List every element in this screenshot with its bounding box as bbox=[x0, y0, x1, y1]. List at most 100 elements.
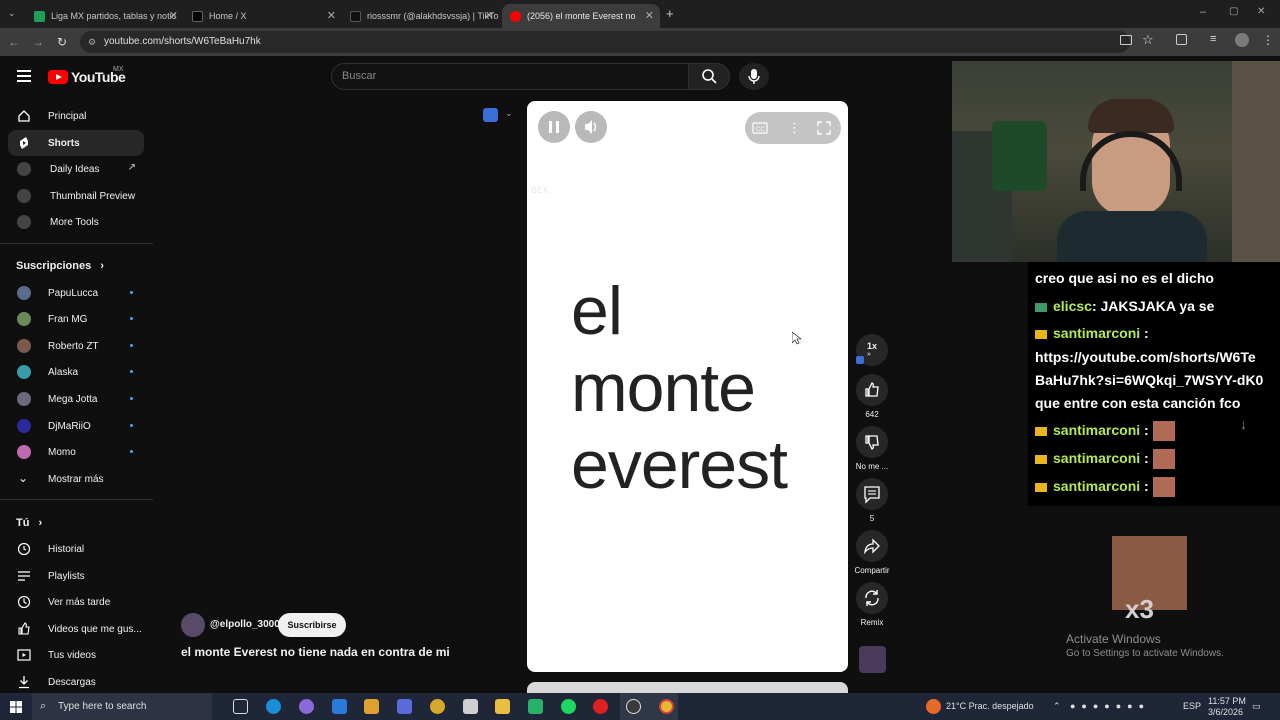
sidebar-sub-item[interactable]: Roberto ZT bbox=[8, 333, 144, 359]
search-button[interactable] bbox=[688, 63, 730, 90]
extension-badge-icon[interactable] bbox=[483, 108, 498, 122]
youtube-logo[interactable]: YouTube MX bbox=[48, 66, 126, 85]
tab-search-icon[interactable]: ⌄ bbox=[8, 8, 20, 20]
tray-chevron-icon[interactable]: ⌃ bbox=[1053, 693, 1061, 720]
captions-icon[interactable]: CC bbox=[752, 121, 768, 135]
profile-avatar[interactable] bbox=[1235, 33, 1249, 47]
sidebar-sub-item[interactable]: DjMaRiiO bbox=[8, 413, 144, 439]
copilot-icon[interactable] bbox=[299, 699, 314, 714]
tab-youtube[interactable]: (2056) el monte Everest no ✕ bbox=[502, 4, 660, 28]
edge-icon[interactable] bbox=[266, 699, 281, 714]
show-more-button[interactable]: ⌄ Mostrar más bbox=[8, 466, 144, 492]
tab-close-icon[interactable]: ✕ bbox=[169, 9, 178, 22]
tab-close-icon[interactable]: ✕ bbox=[327, 9, 336, 22]
sidebar-item-liked[interactable]: Videos que me gus... bbox=[8, 616, 144, 642]
tab-ligamx[interactable]: Liga MX partidos, tablas y notic ✕ bbox=[26, 4, 184, 28]
extensions-icon[interactable] bbox=[1176, 34, 1187, 45]
chat-username: santimarconi bbox=[1053, 478, 1141, 494]
weather-icon[interactable] bbox=[926, 699, 941, 714]
tab-tiktok[interactable]: riosssmr (@alakhdsvssja) | TikTo ✕ bbox=[342, 4, 500, 28]
dislike-button[interactable] bbox=[856, 426, 888, 458]
back-icon[interactable]: ← bbox=[6, 34, 22, 50]
file-explorer-icon[interactable] bbox=[495, 699, 510, 714]
subscriptions-heading[interactable]: Suscripciones › bbox=[16, 260, 104, 272]
live-dot bbox=[130, 291, 133, 294]
spotify-icon[interactable] bbox=[561, 699, 576, 714]
hamburger-icon[interactable] bbox=[17, 70, 31, 82]
weather-text[interactable]: 21°C Prac. despejado bbox=[946, 693, 1034, 720]
media-control-icon[interactable]: ≡ bbox=[1210, 33, 1216, 45]
sidebar-item-principal[interactable]: Principal bbox=[8, 103, 144, 129]
url-field[interactable]: ⚙ youtube.com/shorts/W6TeBaHu7hk bbox=[80, 31, 1130, 53]
minimize-icon[interactable]: – bbox=[1200, 6, 1206, 18]
opera-icon[interactable] bbox=[593, 699, 608, 714]
site-info-icon[interactable]: ⚙ bbox=[88, 31, 96, 53]
forward-icon[interactable]: → bbox=[30, 34, 46, 50]
tab-x[interactable]: Home / X ✕ bbox=[184, 4, 342, 28]
extension-icon bbox=[17, 189, 31, 203]
voice-search-button[interactable] bbox=[739, 63, 769, 90]
new-tab-icon[interactable]: + bbox=[666, 6, 674, 21]
sidebar-sub-item[interactable]: PapuLucca bbox=[8, 280, 144, 306]
scroll-down-icon[interactable]: ↓ bbox=[1240, 416, 1247, 432]
tray-icons[interactable]: ●●●●●●● bbox=[1070, 693, 1150, 720]
sidebar-item-more-tools[interactable]: More Tools bbox=[8, 209, 144, 235]
chat-text: creo que asi no es el dicho bbox=[1035, 270, 1214, 286]
remix-button[interactable] bbox=[856, 582, 888, 614]
tab-title: Liga MX partidos, tablas y notic bbox=[51, 11, 177, 21]
channel-name[interactable]: @elpollo_3000 bbox=[210, 619, 280, 630]
sidebar-item-ver-mas-tarde[interactable]: Ver más tarde bbox=[8, 589, 144, 615]
sidebar-item-descargas[interactable]: Descargas bbox=[8, 669, 144, 695]
maximize-icon[interactable]: ▢ bbox=[1229, 6, 1238, 17]
share-button[interactable] bbox=[856, 530, 888, 562]
subscribe-button[interactable]: Suscribirse bbox=[278, 613, 346, 637]
tab-close-icon[interactable]: ✕ bbox=[645, 9, 654, 22]
chrome-alt-icon[interactable] bbox=[430, 699, 445, 714]
chat-message: santimarconi : bbox=[1035, 446, 1175, 471]
install-icon[interactable] bbox=[1120, 35, 1132, 45]
search-input[interactable]: Buscar bbox=[331, 63, 689, 90]
sidebar-sub-item[interactable]: Mega Jotta bbox=[8, 386, 144, 412]
sidebar-item-shorts[interactable]: Shorts bbox=[8, 130, 144, 156]
mail-icon[interactable] bbox=[332, 699, 347, 714]
next-short-preview[interactable] bbox=[527, 682, 848, 693]
channel-avatar[interactable] bbox=[181, 613, 205, 637]
bookmark-star-icon[interactable]: ☆ bbox=[1142, 32, 1154, 48]
reload-icon[interactable]: ↻ bbox=[54, 34, 70, 50]
notifications-icon[interactable]: ▭ bbox=[1252, 693, 1261, 720]
sidebar-item-tus-videos[interactable]: Tus videos bbox=[8, 642, 144, 668]
language-indicator[interactable]: ESP bbox=[1183, 693, 1201, 720]
sidebar-sub-item[interactable]: Momo bbox=[8, 439, 144, 465]
more-options-icon[interactable]: ⋮ bbox=[788, 120, 801, 136]
player-controls-group: CC ⋮ bbox=[745, 112, 841, 144]
whatsapp-icon[interactable] bbox=[528, 699, 543, 714]
sidebar-sub-item[interactable]: Fran MG bbox=[8, 306, 144, 332]
close-window-icon[interactable]: ✕ bbox=[1257, 6, 1265, 17]
dislike-label: No me ... bbox=[855, 462, 889, 471]
store-icon[interactable] bbox=[364, 699, 379, 714]
sound-thumbnail[interactable] bbox=[859, 646, 886, 673]
tab-close-icon[interactable]: ✕ bbox=[485, 9, 494, 22]
chevron-down-icon[interactable]: ⌄ bbox=[505, 108, 513, 119]
like-button[interactable] bbox=[856, 374, 888, 406]
sidebar-sub-item[interactable]: Alaska bbox=[8, 359, 144, 385]
sidebar-item-playlists[interactable]: Playlists bbox=[8, 563, 144, 589]
fullscreen-icon[interactable] bbox=[817, 121, 831, 135]
task-view-icon[interactable] bbox=[233, 699, 248, 714]
comments-button[interactable] bbox=[856, 478, 888, 510]
sidebar-item-daily-ideas[interactable]: Daily Ideas ↗ bbox=[8, 156, 144, 182]
windows-start-icon[interactable] bbox=[10, 701, 22, 713]
clock-date[interactable]: 3/6/2026 bbox=[1208, 706, 1243, 718]
notepad-icon[interactable] bbox=[463, 699, 478, 714]
sidebar-item-thumbnail-preview[interactable]: Thumbnail Preview bbox=[8, 183, 144, 209]
taskbar-search-placeholder: Type here to search bbox=[58, 701, 147, 712]
sidebar-item-historial[interactable]: Historial bbox=[8, 536, 144, 562]
menu-kebab-icon[interactable]: ⋮ bbox=[1262, 33, 1274, 47]
you-label: Tú bbox=[16, 517, 30, 529]
shorts-player[interactable]: BEK el monte everest bbox=[527, 101, 848, 672]
pause-button[interactable] bbox=[538, 111, 570, 143]
teams-icon[interactable] bbox=[397, 699, 412, 714]
volume-button[interactable] bbox=[575, 111, 607, 143]
you-heading[interactable]: Tú › bbox=[16, 517, 42, 529]
taskbar-search-input[interactable]: ⌕ Type here to search bbox=[32, 693, 212, 720]
